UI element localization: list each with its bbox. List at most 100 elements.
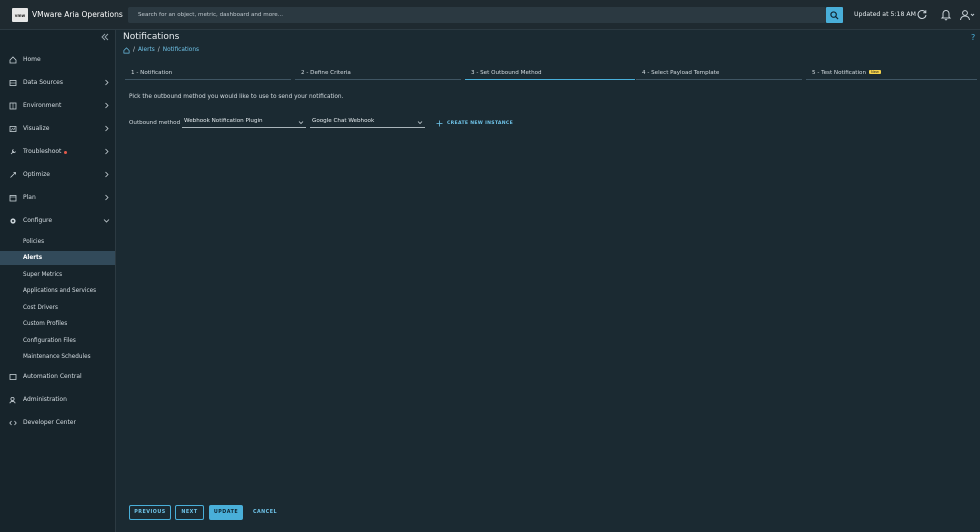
new-badge: New <box>869 70 881 74</box>
sidebar-subitem-label: Alerts <box>23 255 43 261</box>
automation-icon <box>9 374 17 380</box>
chevron-right-icon <box>105 79 109 86</box>
breadcrumb: / Alerts / Notifications <box>123 46 199 54</box>
help-icon[interactable]: ? <box>971 33 975 42</box>
troubleshoot-icon <box>10 149 16 155</box>
sidebar-subitem-alerts[interactable]: Alerts <box>0 251 115 265</box>
sidebar-subitem-configuration-files[interactable]: Configuration Files <box>0 334 115 348</box>
double-chevron-left-icon[interactable] <box>101 33 109 41</box>
sidebar-item-label: Administration <box>23 396 67 403</box>
sidebar-subitem-label: Applications and Services <box>23 288 97 294</box>
optimize-icon <box>10 172 16 178</box>
page-title: Notifications <box>123 32 180 42</box>
updated-time: Updated at 5:18 AM <box>854 11 916 18</box>
plan-icon <box>9 195 17 202</box>
plugin-select[interactable]: Webhook Notification Plugin <box>182 117 306 128</box>
gear-icon <box>10 218 16 224</box>
top-bar: vmw VMware Aria Operations Updated at 5:… <box>0 0 980 30</box>
step-label: 4 - Select Payload Template <box>642 70 720 76</box>
step-label: 3 - Set Outbound Method <box>471 70 542 76</box>
plus-icon <box>436 120 443 127</box>
search-icon <box>830 10 839 20</box>
chevron-right-icon <box>105 148 109 155</box>
sidebar-item-label: Home <box>23 56 41 63</box>
sidebar-item-environment[interactable]: Environment <box>0 98 115 114</box>
sidebar-subitem-label: Policies <box>23 239 45 245</box>
sidebar-item-label: Plan <box>23 194 36 201</box>
sidebar-subitem-custom-profiles[interactable]: Custom Profiles <box>0 317 115 331</box>
step-define-criteria[interactable]: 2 - Define Criteria <box>295 68 461 80</box>
user-icon[interactable] <box>959 9 975 21</box>
sidebar-item-label: Optimize <box>23 171 50 178</box>
sidebar-item-visualize[interactable]: Visualize <box>0 121 115 137</box>
search-input[interactable] <box>128 7 826 23</box>
sidebar-item-configure[interactable]: Configure <box>0 213 115 229</box>
sidebar-subitem-applications-and-services[interactable]: Applications and Services <box>0 284 115 298</box>
sidebar-subitem-maintenance-schedules[interactable]: Maintenance Schedules <box>0 350 115 364</box>
administration-icon <box>9 396 16 404</box>
global-search <box>128 7 826 23</box>
step-label: 1 - Notification <box>131 70 173 76</box>
main-content: Notifications ? / Alerts / Notifications… <box>116 30 980 532</box>
next-button[interactable]: NEXT <box>175 505 204 520</box>
sidebar-item-label: Developer Center <box>23 419 76 426</box>
instance-select-value: Google Chat Webhook <box>312 118 375 124</box>
instance-select[interactable]: Google Chat Webhook <box>310 117 425 128</box>
chevron-down-icon <box>298 121 304 125</box>
vmware-logo: vmw <box>12 8 28 22</box>
sidebar-subitem-policies[interactable]: Policies <box>0 235 115 249</box>
sidebar-subitem-label: Super Metrics <box>23 272 63 278</box>
sidebar-subitem-label: Custom Profiles <box>23 321 68 327</box>
plugin-select-value: Webhook Notification Plugin <box>184 118 263 124</box>
bell-icon[interactable] <box>940 8 952 21</box>
wizard-steps: 1 - Notification 2 - Define Criteria 3 -… <box>125 68 977 80</box>
chevron-right-icon <box>105 171 109 178</box>
sidebar-item-optimize[interactable]: Optimize <box>0 167 115 183</box>
refresh-icon[interactable] <box>916 9 928 21</box>
sidebar-item-label: Configure <box>23 217 53 224</box>
sidebar-item-administration[interactable]: Administration <box>0 392 115 408</box>
cancel-button[interactable]: CANCEL <box>249 505 281 520</box>
sidebar-item-label: Environment <box>23 102 62 109</box>
chevron-down-icon <box>417 121 423 125</box>
create-new-instance-button[interactable]: CREATE NEW INSTANCE <box>436 119 513 128</box>
sidebar-item-troubleshoot[interactable]: Troubleshoot <box>0 144 115 160</box>
chevron-down-icon <box>103 219 110 223</box>
chevron-right-icon <box>105 194 109 201</box>
sidebar-subitem-super-metrics[interactable]: Super Metrics <box>0 268 115 282</box>
home-icon[interactable] <box>123 46 130 54</box>
sidebar-item-label: Visualize <box>23 125 50 132</box>
step-set-outbound-method[interactable]: 3 - Set Outbound Method <box>465 68 635 80</box>
sidebar-item-home[interactable]: Home <box>0 52 115 68</box>
code-icon <box>9 420 17 426</box>
breadcrumb-separator: / <box>157 47 160 53</box>
breadcrumb-separator: / <box>133 47 135 53</box>
sidebar-subitem-label: Maintenance Schedules <box>23 354 91 360</box>
breadcrumb-alerts[interactable]: Alerts <box>138 47 155 53</box>
previous-button[interactable]: PREVIOUS <box>129 505 171 520</box>
step-label: 5 - Test Notification <box>812 70 867 76</box>
sidebar-item-developer-center[interactable]: Developer Center <box>0 415 115 431</box>
chevron-right-icon <box>105 125 109 132</box>
sidebar-subitem-label: Cost Drivers <box>23 305 58 311</box>
sidebar-item-automation-central[interactable]: Automation Central <box>0 369 115 385</box>
sidebar-item-plan[interactable]: Plan <box>0 190 115 206</box>
sidebar-item-data-sources[interactable]: Data Sources <box>0 75 115 91</box>
visualize-icon <box>9 126 17 132</box>
outbound-method-label: Outbound method <box>129 120 181 126</box>
alert-dot <box>64 151 67 154</box>
chevron-right-icon <box>105 102 109 109</box>
sidebar-item-label: Troubleshoot <box>23 148 62 155</box>
step-select-payload-template[interactable]: 4 - Select Payload Template <box>636 68 802 80</box>
sidebar-subitem-label: Configuration Files <box>23 338 76 344</box>
step-label: 2 - Define Criteria <box>301 70 351 76</box>
data-sources-icon <box>9 80 17 86</box>
sidebar: Home Data Sources Environment Visualize … <box>0 30 116 532</box>
search-button[interactable] <box>826 7 843 23</box>
update-button[interactable]: UPDATE <box>209 505 243 520</box>
create-new-instance-label: CREATE NEW INSTANCE <box>447 121 514 126</box>
step-notification[interactable]: 1 - Notification <box>125 68 291 80</box>
step-test-notification[interactable]: 5 - Test Notification New <box>806 68 977 80</box>
breadcrumb-notifications[interactable]: Notifications <box>163 47 199 53</box>
sidebar-subitem-cost-drivers[interactable]: Cost Drivers <box>0 301 115 315</box>
